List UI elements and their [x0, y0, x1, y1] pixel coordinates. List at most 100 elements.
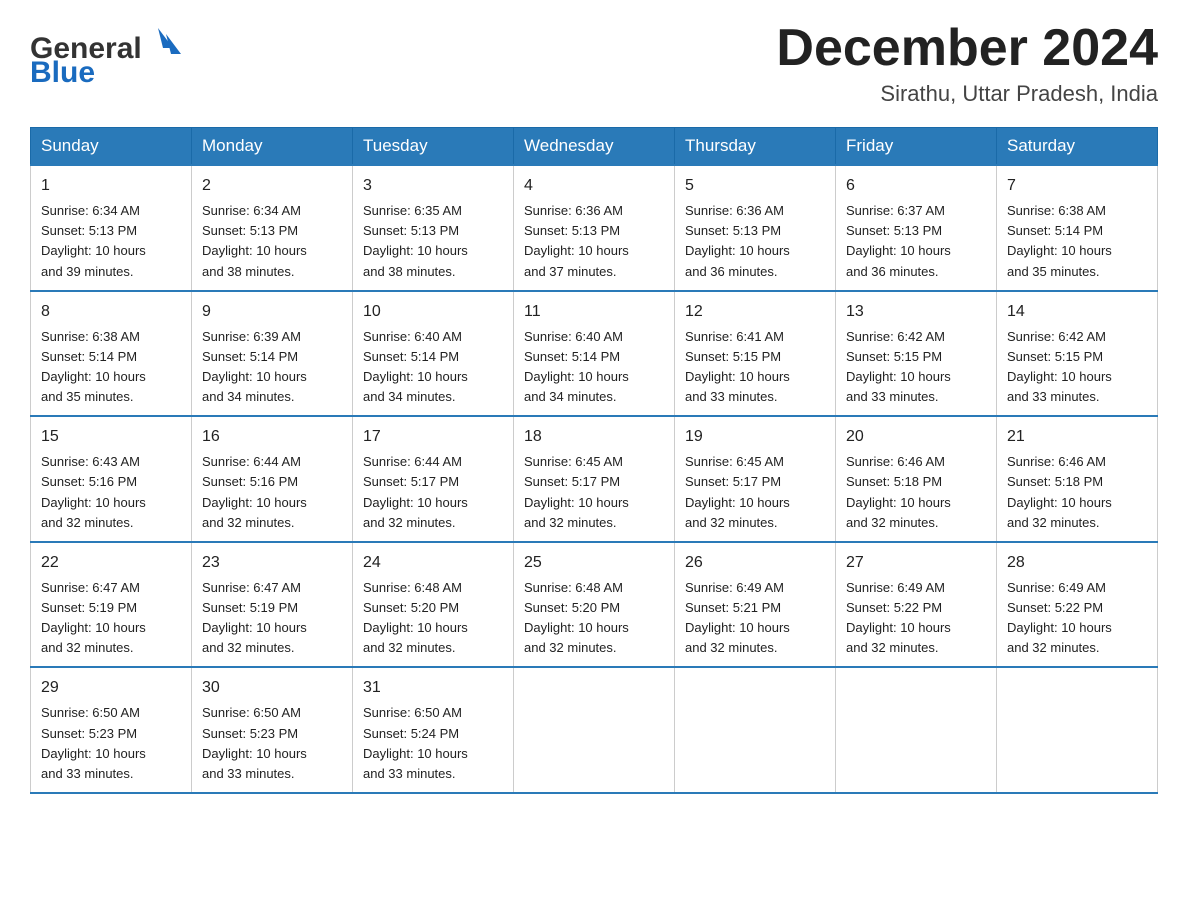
calendar-cell: 26 Sunrise: 6:49 AM Sunset: 5:21 PM Dayl…: [675, 542, 836, 668]
day-of-week-friday: Friday: [836, 128, 997, 166]
calendar-week-4: 22 Sunrise: 6:47 AM Sunset: 5:19 PM Dayl…: [31, 542, 1158, 668]
calendar-cell: 1 Sunrise: 6:34 AM Sunset: 5:13 PM Dayli…: [31, 165, 192, 291]
day-info: Sunrise: 6:37 AM Sunset: 5:13 PM Dayligh…: [846, 201, 986, 282]
calendar-cell: 19 Sunrise: 6:45 AM Sunset: 5:17 PM Dayl…: [675, 416, 836, 542]
day-info: Sunrise: 6:39 AM Sunset: 5:14 PM Dayligh…: [202, 327, 342, 408]
day-number: 2: [202, 174, 342, 198]
calendar-cell: [675, 667, 836, 793]
day-number: 31: [363, 676, 503, 700]
calendar-cell: 17 Sunrise: 6:44 AM Sunset: 5:17 PM Dayl…: [353, 416, 514, 542]
day-info: Sunrise: 6:50 AM Sunset: 5:23 PM Dayligh…: [202, 703, 342, 784]
calendar-cell: 7 Sunrise: 6:38 AM Sunset: 5:14 PM Dayli…: [997, 165, 1158, 291]
day-info: Sunrise: 6:48 AM Sunset: 5:20 PM Dayligh…: [363, 578, 503, 659]
day-number: 20: [846, 425, 986, 449]
day-number: 30: [202, 676, 342, 700]
day-info: Sunrise: 6:34 AM Sunset: 5:13 PM Dayligh…: [41, 201, 181, 282]
day-info: Sunrise: 6:50 AM Sunset: 5:24 PM Dayligh…: [363, 703, 503, 784]
calendar-cell: 9 Sunrise: 6:39 AM Sunset: 5:14 PM Dayli…: [192, 291, 353, 417]
day-number: 8: [41, 300, 181, 324]
day-of-week-sunday: Sunday: [31, 128, 192, 166]
calendar-cell: 5 Sunrise: 6:36 AM Sunset: 5:13 PM Dayli…: [675, 165, 836, 291]
day-number: 3: [363, 174, 503, 198]
day-info: Sunrise: 6:42 AM Sunset: 5:15 PM Dayligh…: [1007, 327, 1147, 408]
day-info: Sunrise: 6:45 AM Sunset: 5:17 PM Dayligh…: [524, 452, 664, 533]
calendar-cell: 4 Sunrise: 6:36 AM Sunset: 5:13 PM Dayli…: [514, 165, 675, 291]
calendar-cell: 2 Sunrise: 6:34 AM Sunset: 5:13 PM Dayli…: [192, 165, 353, 291]
day-info: Sunrise: 6:49 AM Sunset: 5:21 PM Dayligh…: [685, 578, 825, 659]
day-info: Sunrise: 6:34 AM Sunset: 5:13 PM Dayligh…: [202, 201, 342, 282]
location-title: Sirathu, Uttar Pradesh, India: [776, 81, 1158, 107]
day-info: Sunrise: 6:38 AM Sunset: 5:14 PM Dayligh…: [41, 327, 181, 408]
day-number: 6: [846, 174, 986, 198]
day-number: 27: [846, 551, 986, 575]
day-number: 13: [846, 300, 986, 324]
day-info: Sunrise: 6:44 AM Sunset: 5:16 PM Dayligh…: [202, 452, 342, 533]
day-number: 19: [685, 425, 825, 449]
logo: General Blue: [30, 20, 190, 95]
day-info: Sunrise: 6:49 AM Sunset: 5:22 PM Dayligh…: [846, 578, 986, 659]
day-info: Sunrise: 6:46 AM Sunset: 5:18 PM Dayligh…: [846, 452, 986, 533]
day-info: Sunrise: 6:48 AM Sunset: 5:20 PM Dayligh…: [524, 578, 664, 659]
day-number: 10: [363, 300, 503, 324]
day-info: Sunrise: 6:44 AM Sunset: 5:17 PM Dayligh…: [363, 452, 503, 533]
day-number: 29: [41, 676, 181, 700]
calendar-cell: 24 Sunrise: 6:48 AM Sunset: 5:20 PM Dayl…: [353, 542, 514, 668]
day-number: 28: [1007, 551, 1147, 575]
calendar-cell: 27 Sunrise: 6:49 AM Sunset: 5:22 PM Dayl…: [836, 542, 997, 668]
day-number: 24: [363, 551, 503, 575]
day-number: 15: [41, 425, 181, 449]
calendar-week-3: 15 Sunrise: 6:43 AM Sunset: 5:16 PM Dayl…: [31, 416, 1158, 542]
calendar-cell: 11 Sunrise: 6:40 AM Sunset: 5:14 PM Dayl…: [514, 291, 675, 417]
calendar-cell: 31 Sunrise: 6:50 AM Sunset: 5:24 PM Dayl…: [353, 667, 514, 793]
calendar-table: SundayMondayTuesdayWednesdayThursdayFrid…: [30, 127, 1158, 794]
day-number: 16: [202, 425, 342, 449]
day-info: Sunrise: 6:45 AM Sunset: 5:17 PM Dayligh…: [685, 452, 825, 533]
day-number: 4: [524, 174, 664, 198]
calendar-cell: 8 Sunrise: 6:38 AM Sunset: 5:14 PM Dayli…: [31, 291, 192, 417]
day-number: 5: [685, 174, 825, 198]
calendar-cell: 30 Sunrise: 6:50 AM Sunset: 5:23 PM Dayl…: [192, 667, 353, 793]
day-of-week-tuesday: Tuesday: [353, 128, 514, 166]
day-number: 21: [1007, 425, 1147, 449]
page-header: General Blue December 2024 Sirathu, Utta…: [30, 20, 1158, 107]
day-of-week-wednesday: Wednesday: [514, 128, 675, 166]
calendar-cell: 14 Sunrise: 6:42 AM Sunset: 5:15 PM Dayl…: [997, 291, 1158, 417]
calendar-cell: 10 Sunrise: 6:40 AM Sunset: 5:14 PM Dayl…: [353, 291, 514, 417]
day-number: 14: [1007, 300, 1147, 324]
day-number: 22: [41, 551, 181, 575]
calendar-cell: 16 Sunrise: 6:44 AM Sunset: 5:16 PM Dayl…: [192, 416, 353, 542]
calendar-week-2: 8 Sunrise: 6:38 AM Sunset: 5:14 PM Dayli…: [31, 291, 1158, 417]
day-of-week-monday: Monday: [192, 128, 353, 166]
calendar-cell: [997, 667, 1158, 793]
day-number: 26: [685, 551, 825, 575]
calendar-cell: 13 Sunrise: 6:42 AM Sunset: 5:15 PM Dayl…: [836, 291, 997, 417]
calendar-cell: 25 Sunrise: 6:48 AM Sunset: 5:20 PM Dayl…: [514, 542, 675, 668]
day-number: 17: [363, 425, 503, 449]
title-area: December 2024 Sirathu, Uttar Pradesh, In…: [776, 20, 1158, 107]
calendar-cell: [514, 667, 675, 793]
calendar-cell: 21 Sunrise: 6:46 AM Sunset: 5:18 PM Dayl…: [997, 416, 1158, 542]
calendar-cell: 3 Sunrise: 6:35 AM Sunset: 5:13 PM Dayli…: [353, 165, 514, 291]
day-of-week-saturday: Saturday: [997, 128, 1158, 166]
calendar-cell: 12 Sunrise: 6:41 AM Sunset: 5:15 PM Dayl…: [675, 291, 836, 417]
calendar-cell: 6 Sunrise: 6:37 AM Sunset: 5:13 PM Dayli…: [836, 165, 997, 291]
calendar-header-row: SundayMondayTuesdayWednesdayThursdayFrid…: [31, 128, 1158, 166]
month-title: December 2024: [776, 20, 1158, 77]
day-info: Sunrise: 6:36 AM Sunset: 5:13 PM Dayligh…: [524, 201, 664, 282]
day-info: Sunrise: 6:36 AM Sunset: 5:13 PM Dayligh…: [685, 201, 825, 282]
day-number: 1: [41, 174, 181, 198]
calendar-week-5: 29 Sunrise: 6:50 AM Sunset: 5:23 PM Dayl…: [31, 667, 1158, 793]
day-number: 23: [202, 551, 342, 575]
calendar-cell: 23 Sunrise: 6:47 AM Sunset: 5:19 PM Dayl…: [192, 542, 353, 668]
day-info: Sunrise: 6:46 AM Sunset: 5:18 PM Dayligh…: [1007, 452, 1147, 533]
logo-area: General Blue: [30, 20, 190, 100]
day-info: Sunrise: 6:40 AM Sunset: 5:14 PM Dayligh…: [363, 327, 503, 408]
calendar-cell: 20 Sunrise: 6:46 AM Sunset: 5:18 PM Dayl…: [836, 416, 997, 542]
day-number: 7: [1007, 174, 1147, 198]
calendar-cell: 29 Sunrise: 6:50 AM Sunset: 5:23 PM Dayl…: [31, 667, 192, 793]
day-info: Sunrise: 6:43 AM Sunset: 5:16 PM Dayligh…: [41, 452, 181, 533]
calendar-week-1: 1 Sunrise: 6:34 AM Sunset: 5:13 PM Dayli…: [31, 165, 1158, 291]
calendar-cell: 15 Sunrise: 6:43 AM Sunset: 5:16 PM Dayl…: [31, 416, 192, 542]
calendar-cell: 22 Sunrise: 6:47 AM Sunset: 5:19 PM Dayl…: [31, 542, 192, 668]
day-number: 11: [524, 300, 664, 324]
